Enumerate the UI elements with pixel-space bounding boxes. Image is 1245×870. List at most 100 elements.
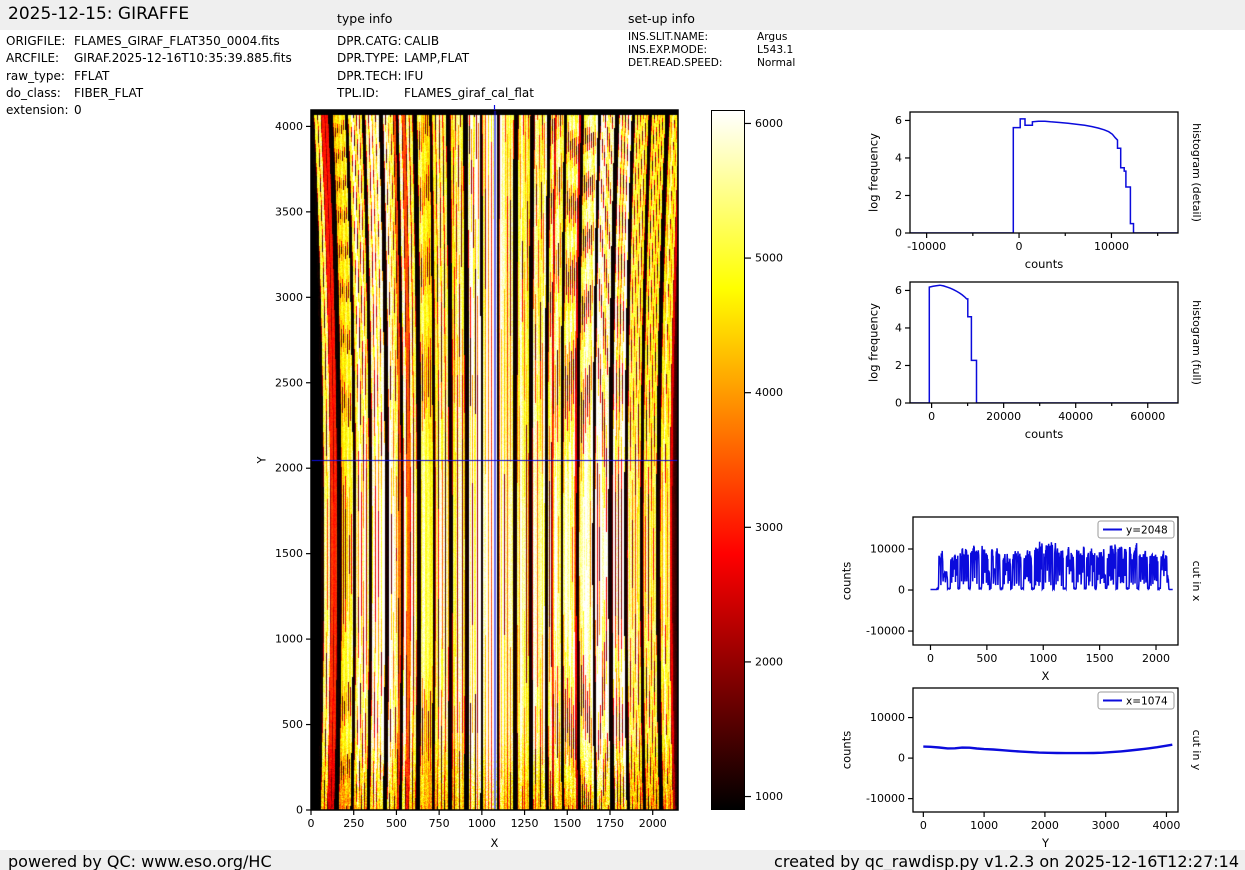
svg-text:1000: 1000	[970, 819, 998, 832]
svg-text:10000: 10000	[870, 711, 905, 724]
svg-text:500: 500	[976, 652, 997, 665]
svg-text:0: 0	[898, 584, 905, 597]
type-info-value: FLAMES_giraf_cal_flat	[404, 86, 534, 100]
svg-text:20000: 20000	[986, 410, 1021, 423]
metadata-label: extension:	[6, 102, 74, 119]
svg-text:3000: 3000	[755, 521, 783, 534]
svg-text:counts: counts	[840, 562, 854, 600]
svg-text:1000: 1000	[275, 633, 303, 646]
svg-text:0: 0	[898, 752, 905, 765]
svg-text:cut in y: cut in y	[1190, 730, 1203, 771]
svg-text:6: 6	[895, 114, 902, 127]
svg-text:0: 0	[920, 819, 927, 832]
metadata-value: FIBER_FLAT	[74, 86, 143, 100]
svg-text:x=1074: x=1074	[1126, 696, 1168, 708]
svg-text:Y: Y	[1041, 836, 1050, 850]
setup-info-header: set-up info	[628, 11, 695, 26]
svg-text:0: 0	[895, 397, 902, 410]
svg-text:5000: 5000	[755, 252, 783, 265]
svg-text:2: 2	[895, 359, 902, 372]
svg-text:2500: 2500	[275, 376, 303, 389]
svg-text:60000: 60000	[1130, 410, 1165, 423]
metadata-label: raw_type:	[6, 68, 74, 85]
plot-histogram_detail: -100000100000246countslog frequencyhisto…	[867, 112, 1204, 271]
svg-text:1000: 1000	[468, 817, 496, 830]
svg-text:6000: 6000	[755, 117, 783, 130]
type-info-value: LAMP,FLAT	[404, 51, 469, 65]
svg-text:y=2048: y=2048	[1126, 525, 1168, 537]
svg-text:-10000: -10000	[907, 240, 946, 253]
metadata-label: ARCFILE:	[6, 50, 74, 67]
setup-info-label: INS.EXP.MODE:	[628, 44, 757, 57]
svg-text:-10000: -10000	[866, 792, 905, 805]
type-info-label: DPR.TECH:	[337, 68, 404, 85]
svg-text:counts: counts	[1025, 427, 1063, 441]
type-info-label: DPR.CATG:	[337, 33, 404, 50]
svg-text:6: 6	[895, 284, 902, 297]
svg-text:counts: counts	[1025, 257, 1063, 271]
type-info-row: DPR.CATG:CALIB	[337, 33, 534, 50]
page-title: 2025-12-15: GIRAFFE	[8, 4, 189, 24]
plot-histogram_full: 02000040000600000246countslog frequencyh…	[867, 282, 1204, 441]
svg-text:X: X	[1042, 669, 1050, 683]
type-info-value: IFU	[404, 69, 423, 83]
svg-text:2000: 2000	[1142, 652, 1170, 665]
svg-text:250: 250	[343, 817, 364, 830]
svg-text:1250: 1250	[511, 817, 539, 830]
metadata-value: FFLAT	[74, 69, 109, 83]
svg-text:0: 0	[1016, 240, 1023, 253]
type-info-header: type info	[337, 11, 392, 26]
svg-text:1000: 1000	[755, 790, 783, 803]
plot-cut_in_x: 0 500 1000 1500 2000 -10000 0 10000 Xcounts cut i…	[840, 517, 1204, 683]
svg-text:1500: 1500	[553, 817, 581, 830]
svg-text:log frequency: log frequency	[867, 303, 881, 382]
metadata-value: FLAMES_GIRAF_FLAT350_0004.fits	[74, 34, 280, 48]
svg-text:0: 0	[927, 652, 934, 665]
svg-text:1000: 1000	[1029, 652, 1057, 665]
legend-cut_in_x: y=2048	[1098, 521, 1174, 538]
type-info-label: DPR.TYPE:	[337, 50, 404, 67]
svg-text:750: 750	[429, 817, 450, 830]
svg-text:2000: 2000	[1031, 819, 1059, 832]
footer-left-text: powered by QC: www.eso.org/HC	[8, 852, 272, 870]
setup-info-row: INS.SLIT.NAME:Argus	[628, 31, 795, 44]
metadata-label: do_class:	[6, 85, 74, 102]
metadata-row: ARCFILE:GIRAF.2025-12-16T10:35:39.885.fi…	[6, 50, 292, 67]
svg-text:X: X	[491, 836, 499, 850]
type-info-row: DPR.TYPE:LAMP,FLAT	[337, 50, 534, 67]
svg-text:10000: 10000	[870, 543, 905, 556]
svg-text:4: 4	[895, 321, 902, 334]
metadata-label: ORIGFILE:	[6, 33, 74, 50]
file-metadata: ORIGFILE:FLAMES_GIRAF_FLAT350_0004.fits …	[6, 33, 292, 119]
svg-text:3000: 3000	[275, 291, 303, 304]
svg-text:2000: 2000	[755, 655, 783, 668]
setup-info-row: DET.READ.SPEED:Normal	[628, 57, 795, 70]
metadata-row: raw_type:FFLAT	[6, 68, 292, 85]
setup-info-value: L543.1	[757, 44, 793, 56]
svg-text:1500: 1500	[275, 547, 303, 560]
raw-image-canvas	[311, 110, 678, 810]
svg-text:0: 0	[895, 227, 902, 240]
setup-info-value: Normal	[757, 57, 795, 69]
colorbar	[711, 110, 745, 810]
svg-text:2000: 2000	[639, 817, 667, 830]
colorbar-ticks: 1000 2000 3000 4000 5000 6000	[745, 117, 783, 803]
svg-text:Y: Y	[255, 456, 269, 465]
svg-text:1750: 1750	[596, 817, 624, 830]
svg-text:1500: 1500	[1086, 652, 1114, 665]
setup-info-label: INS.SLIT.NAME:	[628, 31, 757, 44]
setup-info-label: DET.READ.SPEED:	[628, 57, 757, 70]
setup-info-value: Argus	[757, 31, 787, 43]
svg-text:0: 0	[296, 804, 303, 817]
svg-text:4: 4	[895, 151, 902, 164]
metadata-value: 0	[74, 103, 82, 117]
svg-text:histogram (full): histogram (full)	[1190, 300, 1203, 385]
metadata-row: do_class:FIBER_FLAT	[6, 85, 292, 102]
svg-text:2000: 2000	[275, 462, 303, 475]
svg-text:cut in x: cut in x	[1190, 561, 1203, 602]
svg-text:4000: 4000	[275, 120, 303, 133]
svg-text:4000: 4000	[755, 386, 783, 399]
legend-cut_in_y: x=1074	[1098, 692, 1174, 709]
svg-text:-10000: -10000	[866, 625, 905, 638]
metadata-row: extension:0	[6, 102, 292, 119]
